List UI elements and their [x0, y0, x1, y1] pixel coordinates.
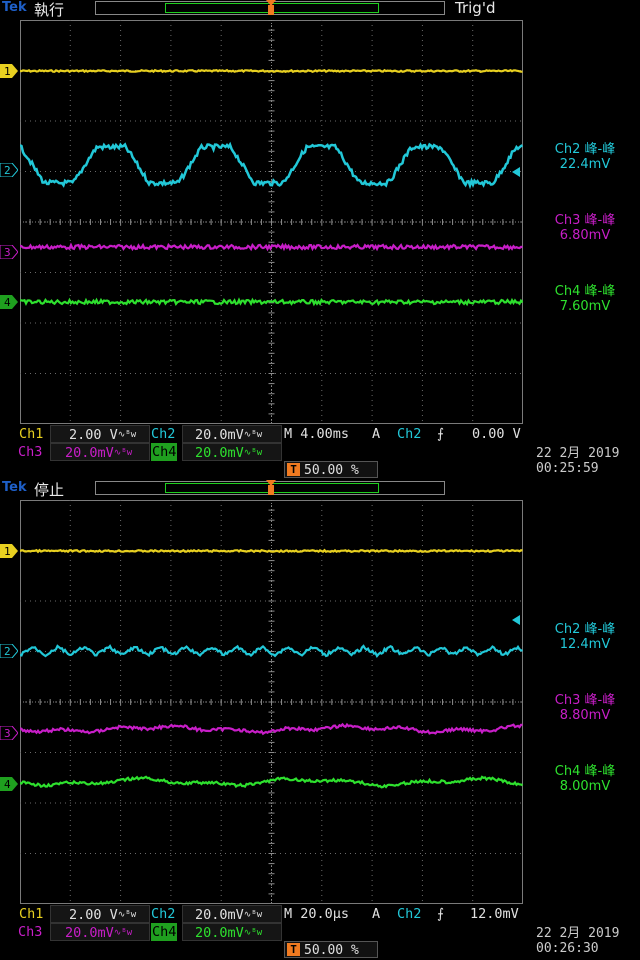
ch1-ground-marker[interactable]: 1	[0, 64, 18, 78]
trigger-mode[interactable]: A	[372, 905, 380, 923]
time: 00:26:30	[536, 941, 599, 956]
svg-text:2: 2	[4, 164, 11, 177]
ch2-ground-marker[interactable]: 2	[0, 644, 18, 658]
trigger-status: Trig'd	[455, 0, 496, 17]
ch2-scale[interactable]: 20.0mV∿ᴮw	[182, 905, 282, 923]
trigger-slope-icon[interactable]: ⨍	[437, 905, 444, 923]
measurement-ch3-pk2pk: Ch3 峰-峰 6.80mV	[554, 213, 616, 243]
trigger-level[interactable]: 0.00 V	[472, 425, 521, 443]
ch2-coupling-icon: ∿ᴮw	[243, 430, 263, 440]
ch3-label[interactable]: Ch3	[18, 443, 42, 461]
ch1-label[interactable]: Ch1	[18, 905, 44, 923]
date: 22 2月 2019	[536, 446, 620, 461]
ch1-coupling-icon: ∿ᴮw	[117, 430, 137, 440]
measurement-ch4-pk2pk: Ch4 峰-峰 8.00mV	[554, 764, 616, 794]
trigger-source[interactable]: Ch2	[397, 425, 421, 443]
ch1-trace	[20, 68, 523, 74]
ch1-label[interactable]: Ch1	[18, 425, 44, 443]
trigger-level-arrow[interactable]	[512, 167, 520, 177]
trigger-slope-icon[interactable]: ⨍	[437, 425, 444, 443]
waveform-display[interactable]	[20, 20, 523, 424]
ch4-ground-marker[interactable]: 4	[0, 295, 18, 309]
measurement-ch2-pk2pk: Ch2 峰-峰 12.4mV	[554, 622, 616, 652]
ch2-label[interactable]: Ch2	[151, 425, 175, 443]
svg-text:4: 4	[4, 296, 11, 309]
ch4-coupling-icon: ∿ᴮw	[243, 928, 263, 938]
ch2-ground-marker[interactable]: 2	[0, 163, 18, 177]
trigger-level-arrow[interactable]	[512, 615, 520, 625]
timebase[interactable]: M 20.0µs	[284, 905, 349, 923]
timestamp: 22 2月 2019 00:26:30	[536, 926, 619, 956]
ch4-label[interactable]: Ch4	[151, 923, 178, 941]
ch2-scale[interactable]: 20.0mV∿ᴮw	[182, 425, 282, 443]
ch3-ground-marker[interactable]: 3	[0, 726, 18, 740]
svg-text:1: 1	[4, 65, 11, 78]
graticule	[20, 20, 523, 424]
measurement-ch3-pk2pk: Ch3 峰-峰 8.80mV	[554, 693, 616, 723]
timestamp: 22 2月 2019 00:25:59	[536, 446, 619, 476]
ch3-coupling-icon: ∿ᴮw	[113, 448, 133, 458]
date: 22 2月 2019	[536, 926, 620, 941]
timebase[interactable]: M 4.00ms	[284, 425, 349, 443]
tek-logo: Tek	[2, 0, 27, 15]
trigger-position[interactable]: T 50.00 %	[284, 461, 378, 478]
svg-text:2: 2	[4, 645, 11, 658]
waveform-display[interactable]	[20, 500, 523, 904]
acquisition-state: 停止	[34, 481, 65, 499]
ch4-ground-marker[interactable]: 4	[0, 777, 18, 791]
measurement-ch4-pk2pk: Ch4 峰-峰 7.60mV	[554, 284, 616, 314]
tek-logo: Tek	[2, 480, 27, 495]
svg-text:3: 3	[4, 246, 11, 259]
ch1-ground-marker[interactable]: 1	[0, 544, 18, 558]
trigger-source[interactable]: Ch2	[397, 905, 421, 923]
measurement-ch2-pk2pk: Ch2 峰-峰 22.4mV	[554, 142, 616, 172]
svg-text:1: 1	[4, 545, 11, 558]
scope-capture-stopped: Tek 停止 1 2 3 4 Ch2 峰-峰 12.4mV Ch3 峰-峰 8.80…	[0, 480, 640, 960]
ch4-scale[interactable]: 20.0mV∿ᴮw	[182, 443, 282, 461]
ch1-trace	[20, 548, 523, 554]
ch3-scale[interactable]: 20.0mV∿ᴮw	[50, 443, 150, 461]
acquisition-state: 執行	[34, 1, 65, 19]
ch3-label[interactable]: Ch3	[18, 923, 42, 941]
ch1-scale[interactable]: 2.00 V∿ᴮw	[50, 905, 150, 923]
ch4-scale[interactable]: 20.0mV∿ᴮw	[182, 923, 282, 941]
trigger-position-t-icon: T	[287, 943, 300, 956]
ch3-coupling-icon: ∿ᴮw	[113, 928, 133, 938]
ch2-coupling-icon: ∿ᴮw	[243, 910, 263, 920]
ch3-trace	[20, 242, 523, 252]
trigger-mode[interactable]: A	[372, 425, 380, 443]
trigger-position[interactable]: T 50.00 %	[284, 941, 378, 958]
trigger-position-icon[interactable]	[265, 480, 277, 495]
ch3-ground-marker[interactable]: 3	[0, 245, 18, 259]
trigger-level[interactable]: 12.0mV	[470, 905, 519, 923]
ch1-coupling-icon: ∿ᴮw	[117, 910, 137, 920]
trigger-position-icon[interactable]	[265, 0, 277, 15]
scope-capture-running: Tek 執行 Trig'd 1 2 3 4 Ch2 峰-峰 22.4mV Ch3 …	[0, 0, 640, 480]
ch4-label[interactable]: Ch4	[151, 443, 178, 461]
ch4-trace	[20, 297, 523, 307]
time: 00:25:59	[536, 461, 599, 476]
svg-text:3: 3	[4, 727, 11, 740]
svg-text:4: 4	[4, 778, 11, 791]
ch1-scale[interactable]: 2.00 V∿ᴮw	[50, 425, 150, 443]
ch3-scale[interactable]: 20.0mV∿ᴮw	[50, 923, 150, 941]
ch2-label[interactable]: Ch2	[151, 905, 175, 923]
graticule	[20, 500, 523, 904]
trigger-position-t-icon: T	[287, 463, 300, 476]
ch4-coupling-icon: ∿ᴮw	[243, 448, 263, 458]
